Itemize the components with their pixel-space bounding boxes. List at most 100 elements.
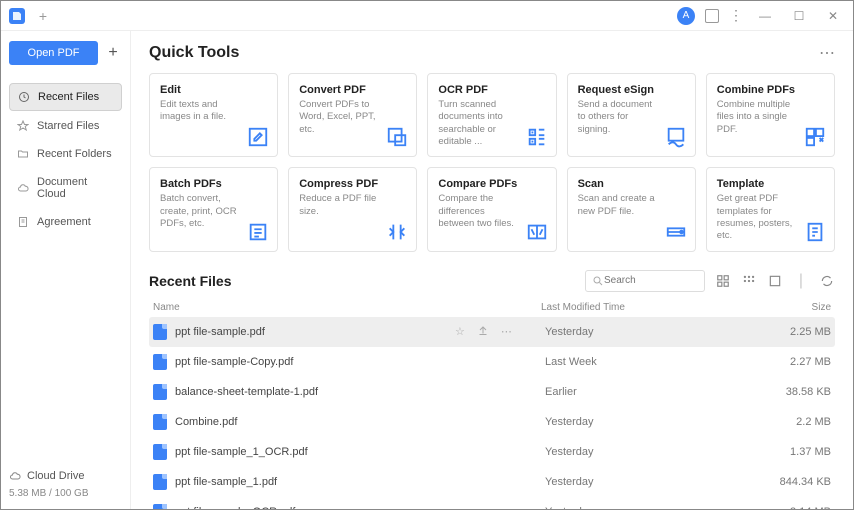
cloud-drive-label: Cloud Drive	[27, 470, 84, 482]
tool-icon	[665, 221, 687, 243]
star-icon	[17, 120, 29, 132]
search-icon	[592, 275, 604, 287]
tool-card-batch-pdfs[interactable]: Batch PDFsBatch convert, create, print, …	[149, 167, 278, 251]
file-row[interactable]: ppt file-sample_OCR.pdf Yesterday3.14 MB	[149, 497, 835, 509]
file-name: ppt file-sample_OCR.pdf	[175, 506, 455, 509]
file-size: 2.27 MB	[745, 356, 831, 368]
file-row[interactable]: ppt file-sample_1.pdf Yesterday844.34 KB	[149, 467, 835, 497]
tool-icon	[804, 221, 826, 243]
tool-icon	[386, 221, 408, 243]
list-view-button[interactable]	[715, 273, 731, 289]
tool-desc: Edit texts and images in a file.	[160, 99, 267, 124]
pdf-file-icon	[153, 354, 167, 370]
sidebar-item-starred-files[interactable]: Starred Files	[9, 113, 122, 139]
recent-files-title: Recent Files	[149, 273, 231, 289]
filter-button[interactable]	[767, 273, 783, 289]
sidebar-item-document-cloud[interactable]: Document Cloud	[9, 169, 122, 207]
tool-icon	[804, 126, 826, 148]
chat-icon[interactable]	[705, 9, 719, 23]
sidebar-item-agreement[interactable]: Agreement	[9, 209, 122, 235]
file-row[interactable]: balance-sheet-template-1.pdfEarlier38.58…	[149, 377, 835, 407]
cloud-icon	[9, 470, 21, 482]
pdf-file-icon	[153, 414, 167, 430]
cloud-drive-link[interactable]: Cloud Drive	[9, 470, 122, 482]
upload-icon[interactable]	[477, 324, 489, 339]
search-box[interactable]	[585, 270, 705, 292]
quick-tools-title: Quick Tools	[149, 44, 239, 62]
close-button[interactable]: ✕	[821, 9, 845, 23]
open-pdf-button[interactable]: Open PDF	[9, 41, 98, 65]
tool-card-template[interactable]: TemplateGet great PDF templates for resu…	[706, 167, 835, 251]
tool-title: Batch PDFs	[160, 178, 267, 190]
tool-card-ocr-pdf[interactable]: OCR PDFTurn scanned documents into searc…	[427, 73, 556, 157]
sidebar-item-recent-files[interactable]: Recent Files	[9, 83, 122, 111]
file-row[interactable]: Combine.pdfYesterday2.2 MB	[149, 407, 835, 437]
file-modified: Yesterday	[545, 326, 745, 338]
sidebar-nav: Recent Files Starred Files Recent Folders D…	[9, 83, 122, 235]
search-input[interactable]	[604, 275, 694, 286]
divider: |	[793, 273, 809, 289]
tool-card-request-esign[interactable]: Request eSignSend a document to others f…	[567, 73, 696, 157]
tool-desc: Reduce a PDF file size.	[299, 193, 406, 218]
tool-icon	[247, 221, 269, 243]
sidebar-item-label: Agreement	[37, 216, 91, 228]
new-tab-button[interactable]: +	[35, 8, 51, 24]
quick-tools-more-button[interactable]: ⋯	[819, 43, 835, 63]
recent-files-columns: Name Last Modified Time Size	[149, 302, 835, 317]
sidebar-item-label: Recent Files	[38, 91, 99, 103]
file-size: 1.37 MB	[745, 446, 831, 458]
pdf-file-icon	[153, 474, 167, 490]
file-modified: Yesterday	[545, 476, 745, 488]
file-modified: Earlier	[545, 386, 745, 398]
user-avatar[interactable]: A	[677, 7, 695, 25]
tool-card-edit[interactable]: EditEdit texts and images in a file.	[149, 73, 278, 157]
file-name: Combine.pdf	[175, 416, 455, 428]
file-modified: Yesterday	[545, 506, 745, 509]
sidebar-item-label: Recent Folders	[37, 148, 112, 160]
tool-title: Scan	[578, 178, 685, 190]
tool-card-scan[interactable]: ScanScan and create a new PDF file.	[567, 167, 696, 251]
column-name[interactable]: Name	[153, 302, 541, 313]
column-modified[interactable]: Last Modified Time	[541, 302, 741, 313]
file-row[interactable]: ppt file-sample_1_OCR.pdf Yesterday1.37 M…	[149, 437, 835, 467]
tool-card-compress-pdf[interactable]: Compress PDFReduce a PDF file size.	[288, 167, 417, 251]
tool-card-convert-pdf[interactable]: Convert PDFConvert PDFs to Word, Excel, …	[288, 73, 417, 157]
file-name: ppt file-sample_1.pdf	[175, 476, 455, 488]
file-modified: Last Week	[545, 356, 745, 368]
tool-icon	[526, 221, 548, 243]
sidebar-item-label: Starred Files	[37, 120, 99, 132]
maximize-button[interactable]: ☐	[787, 9, 811, 23]
file-row[interactable]: ppt file-sample-Copy.pdfLast Week2.27 MB	[149, 347, 835, 377]
file-size: 844.34 KB	[745, 476, 831, 488]
tool-icon	[665, 126, 687, 148]
tools-grid: EditEdit texts and images in a file.Conv…	[149, 73, 835, 252]
tool-title: Compare PDFs	[438, 178, 545, 190]
minimize-button[interactable]: —	[753, 9, 777, 23]
user-initial: A	[683, 10, 690, 21]
open-plus-button[interactable]: +	[104, 44, 122, 62]
page-icon	[17, 216, 29, 228]
pdf-file-icon	[153, 324, 167, 340]
refresh-button[interactable]	[819, 273, 835, 289]
star-icon[interactable]: ☆	[455, 325, 465, 338]
grid-view-button[interactable]	[741, 273, 757, 289]
menu-dots-icon[interactable]: ⋮	[729, 7, 743, 24]
file-name: ppt file-sample_1_OCR.pdf	[175, 446, 455, 458]
pdf-file-icon	[153, 384, 167, 400]
file-size: 3.14 MB	[745, 506, 831, 509]
more-icon[interactable]: ⋯	[501, 325, 512, 338]
file-modified: Yesterday	[545, 446, 745, 458]
file-name: ppt file-sample.pdf	[175, 326, 455, 338]
tool-icon	[386, 126, 408, 148]
storage-text: 5.38 MB / 100 GB	[9, 488, 122, 499]
column-size[interactable]: Size	[741, 302, 831, 313]
tool-card-combine-pdfs[interactable]: Combine PDFsCombine multiple files into …	[706, 73, 835, 157]
tool-icon	[526, 126, 548, 148]
main-content: Quick Tools ⋯ EditEdit texts and images …	[131, 31, 853, 509]
tool-icon	[247, 126, 269, 148]
sidebar-item-recent-folders[interactable]: Recent Folders	[9, 141, 122, 167]
tool-card-compare-pdfs[interactable]: Compare PDFsCompare the differences betw…	[427, 167, 556, 251]
tool-title: Convert PDF	[299, 84, 406, 96]
file-row[interactable]: ppt file-sample.pdf☆⋯Yesterday2.25 MB	[149, 317, 835, 347]
tool-title: Combine PDFs	[717, 84, 824, 96]
